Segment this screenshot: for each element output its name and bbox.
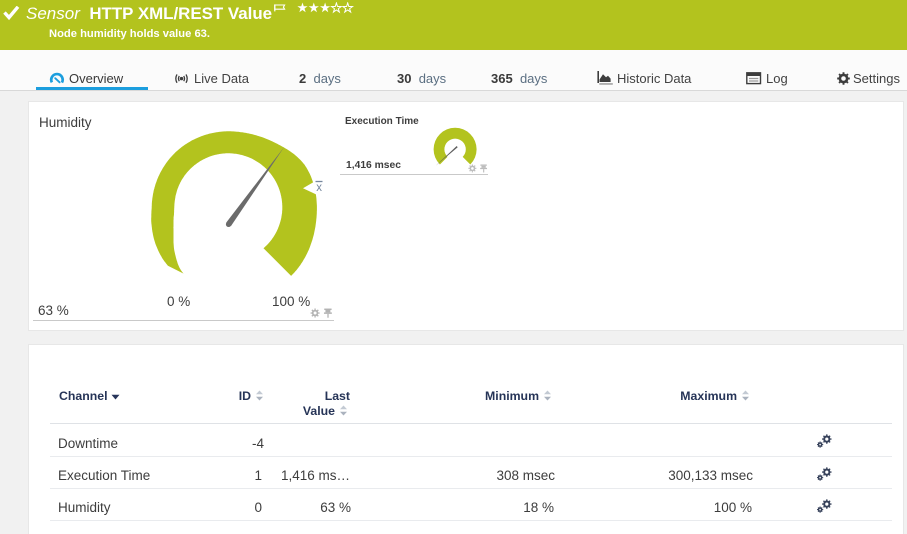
svg-text:x: x — [316, 182, 322, 194]
